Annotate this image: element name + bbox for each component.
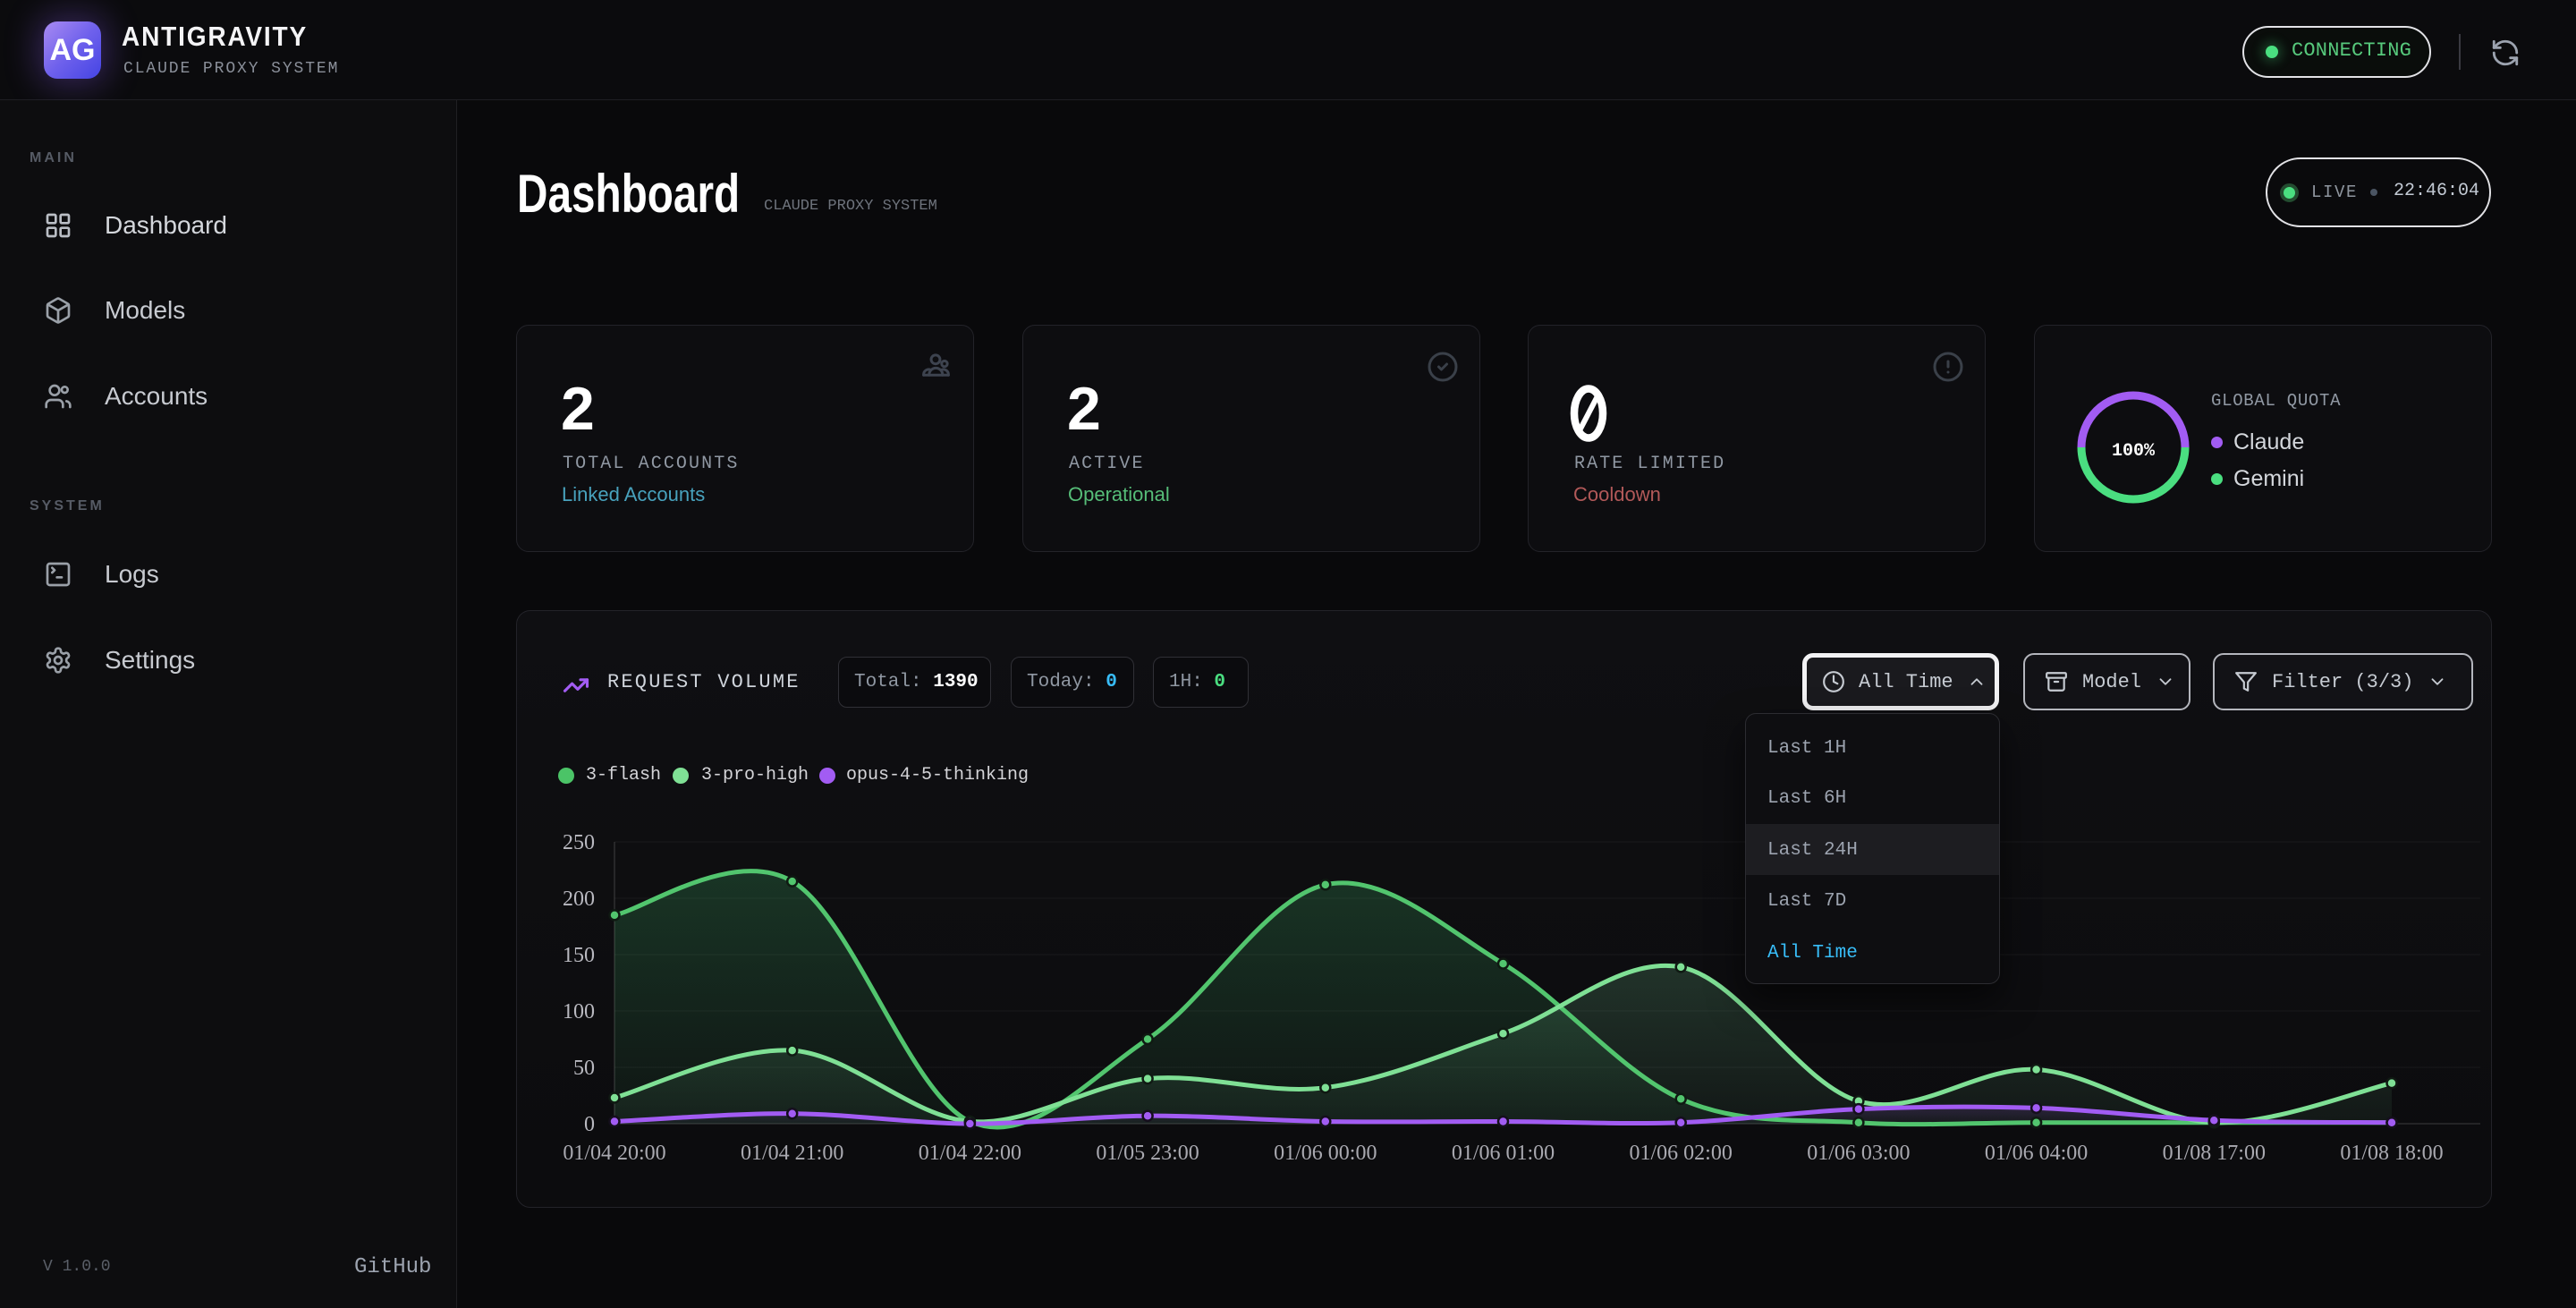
svg-text:01/06 00:00: 01/06 00:00	[1274, 1142, 1377, 1165]
svg-text:0: 0	[584, 1113, 595, 1136]
svg-text:01/06 02:00: 01/06 02:00	[1630, 1142, 1733, 1165]
svg-text:01/04 21:00: 01/04 21:00	[741, 1142, 843, 1165]
svg-text:01/06 04:00: 01/06 04:00	[1985, 1142, 2088, 1165]
svg-text:200: 200	[563, 888, 595, 911]
svg-text:01/08 18:00: 01/08 18:00	[2340, 1142, 2443, 1165]
svg-text:01/05 23:00: 01/05 23:00	[1096, 1142, 1199, 1165]
svg-text:01/04 20:00: 01/04 20:00	[563, 1142, 665, 1165]
svg-text:01/08 17:00: 01/08 17:00	[2163, 1142, 2266, 1165]
svg-text:01/06 01:00: 01/06 01:00	[1452, 1142, 1555, 1165]
svg-text:150: 150	[563, 944, 595, 967]
svg-text:01/06 03:00: 01/06 03:00	[1807, 1142, 1910, 1165]
svg-text:01/04 22:00: 01/04 22:00	[919, 1142, 1021, 1165]
svg-text:100%: 100%	[2112, 441, 2156, 462]
svg-text:50: 50	[573, 1057, 595, 1080]
svg-text:100: 100	[563, 1000, 595, 1023]
svg-text:250: 250	[563, 831, 595, 854]
